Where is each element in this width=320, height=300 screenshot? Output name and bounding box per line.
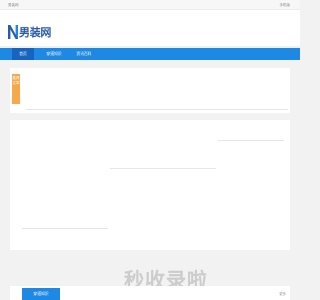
logo-text: 男装网 [19,26,52,39]
nav-item-home[interactable]: 首页 [12,48,34,60]
list-divider [22,228,108,229]
mobile-version-link[interactable]: 手机版 [280,3,291,8]
site-logo[interactable]: 男装网 [8,24,51,40]
sidebar-divider-1 [218,140,284,141]
more-link[interactable]: 更多 [279,291,286,296]
recommend-divider [26,109,288,110]
footer-tab-outfit-knowledge[interactable]: 穿搭知识 [22,288,60,300]
nav-item-outfit-knowledge[interactable]: 穿搭知识 [40,48,68,60]
main-nav: 首页 穿搭知识 资讯百科 [0,48,300,60]
top-bar: 男装网 手机版 [0,0,300,10]
recommend-tag: 推荐文章 [12,74,20,104]
logo-n-icon [8,25,18,39]
content-divider [110,168,216,169]
recommend-panel [10,68,290,113]
header: 男装网 [0,10,300,46]
site-name[interactable]: 男装网 [8,3,19,8]
nav-item-news[interactable]: 资讯百科 [70,48,98,60]
